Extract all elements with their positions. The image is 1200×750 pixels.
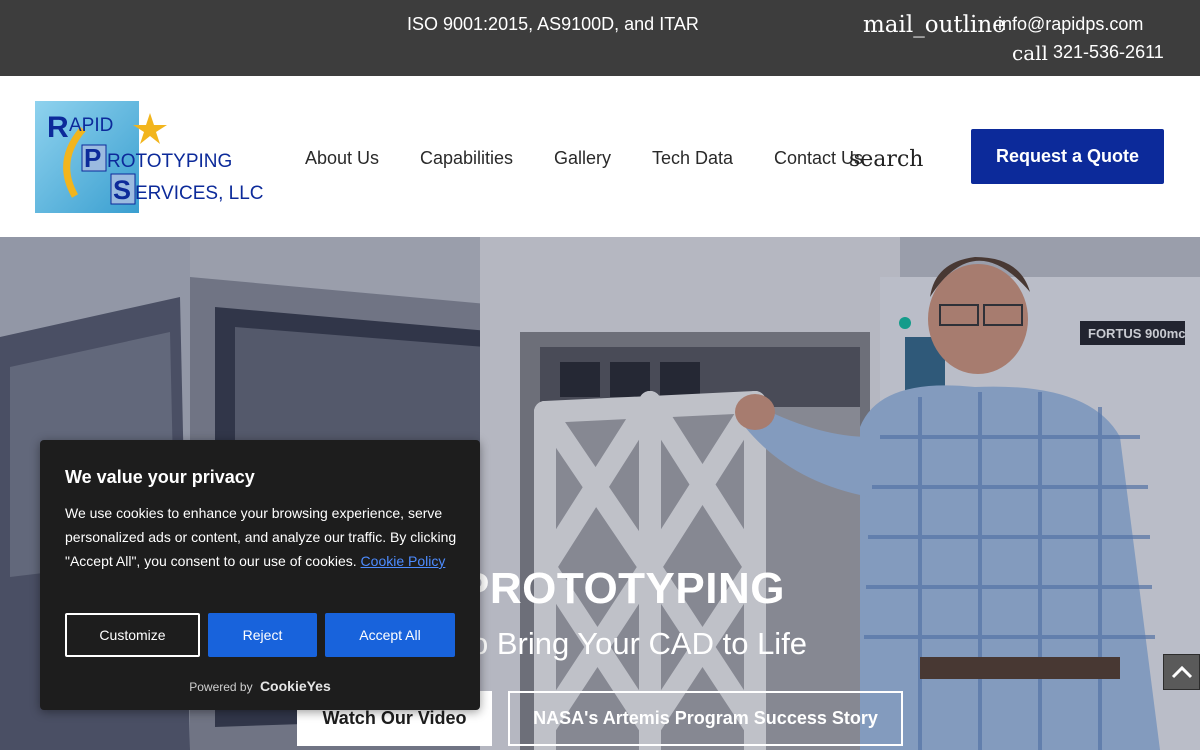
cookie-customize-button[interactable]: Customize <box>65 613 200 657</box>
cookieyes-logo[interactable]: CookieYes <box>260 678 331 694</box>
chevron-up-icon <box>1171 665 1192 679</box>
cookie-accept-all-button[interactable]: Accept All <box>325 613 455 657</box>
svg-text:ERVICES, LLC: ERVICES, LLC <box>135 183 263 204</box>
top-bar: ISO 9001:2015, AS9100D, and ITAR mail_ou… <box>0 0 1200 76</box>
svg-text:P: P <box>84 143 101 173</box>
search-icon[interactable]: search <box>849 147 923 172</box>
cookie-reject-button[interactable]: Reject <box>208 613 317 657</box>
nav-tech-data[interactable]: Tech Data <box>652 148 733 169</box>
company-logo[interactable]: R APID P ROTOTYPING S ERVICES, LLC <box>35 101 280 213</box>
nav-about-us[interactable]: About Us <box>305 148 379 169</box>
svg-text:APID: APID <box>69 115 113 136</box>
cookie-body: We use cookies to enhance your browsing … <box>65 501 460 573</box>
svg-text:R: R <box>47 111 69 144</box>
svg-text:S: S <box>113 175 131 205</box>
request-quote-button[interactable]: Request a Quote <box>971 129 1164 184</box>
phone-link[interactable]: 321-536-2611 <box>1053 42 1164 63</box>
call-icon: call <box>1012 41 1048 65</box>
svg-text:ROTOTYPING: ROTOTYPING <box>107 151 232 172</box>
cookie-powered-by: Powered by CookieYes <box>40 678 480 694</box>
nav-gallery[interactable]: Gallery <box>554 148 611 169</box>
site-header: R APID P ROTOTYPING S ERVICES, LLC About… <box>0 76 1200 237</box>
cookie-title: We value your privacy <box>65 467 255 487</box>
email-link[interactable]: info@rapidps.com <box>998 14 1143 35</box>
powered-by-text: Powered by <box>189 680 253 694</box>
mail-icon: mail_outline <box>863 12 1006 38</box>
cookie-consent-banner: We value your privacy We use cookies to … <box>40 440 480 710</box>
cookie-policy-link[interactable]: Cookie Policy <box>361 553 446 569</box>
nav-capabilities[interactable]: Capabilities <box>420 148 513 169</box>
certifications-text: ISO 9001:2015, AS9100D, and ITAR <box>407 14 699 34</box>
nasa-story-button[interactable]: NASA's Artemis Program Success Story <box>508 691 903 746</box>
scroll-to-top-button[interactable] <box>1163 654 1200 690</box>
